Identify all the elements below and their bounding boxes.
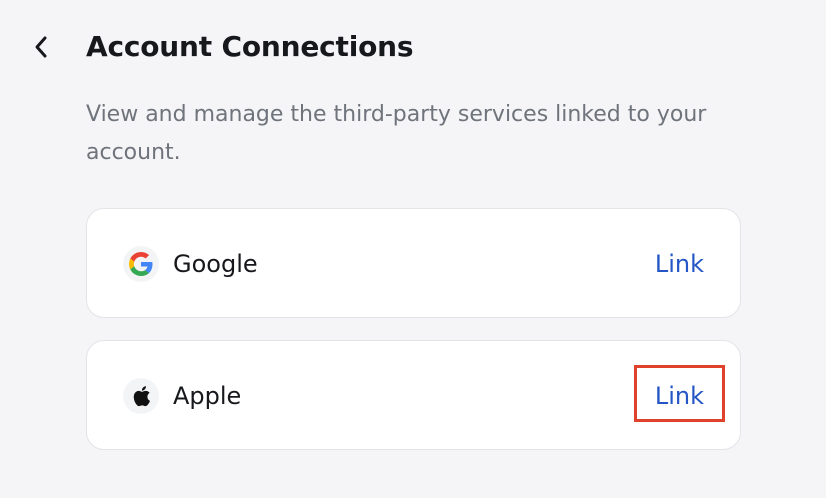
link-apple-button[interactable]: Link bbox=[655, 379, 704, 413]
apple-icon bbox=[123, 378, 159, 414]
page-title: Account Connections bbox=[86, 30, 414, 63]
provider-name-google: Google bbox=[173, 250, 258, 278]
page-header: Account Connections bbox=[0, 0, 826, 96]
chevron-left-icon bbox=[35, 36, 47, 58]
back-button[interactable] bbox=[24, 28, 60, 66]
account-connections-page: Account Connections View and manage the … bbox=[0, 0, 826, 498]
page-description: View and manage the third-party services… bbox=[86, 102, 707, 165]
connection-card-apple: Apple Link bbox=[86, 340, 741, 450]
connection-card-google: Google Link bbox=[86, 208, 741, 318]
provider-name-apple: Apple bbox=[173, 382, 242, 410]
link-google-button[interactable]: Link bbox=[655, 247, 704, 281]
google-icon bbox=[123, 246, 159, 282]
